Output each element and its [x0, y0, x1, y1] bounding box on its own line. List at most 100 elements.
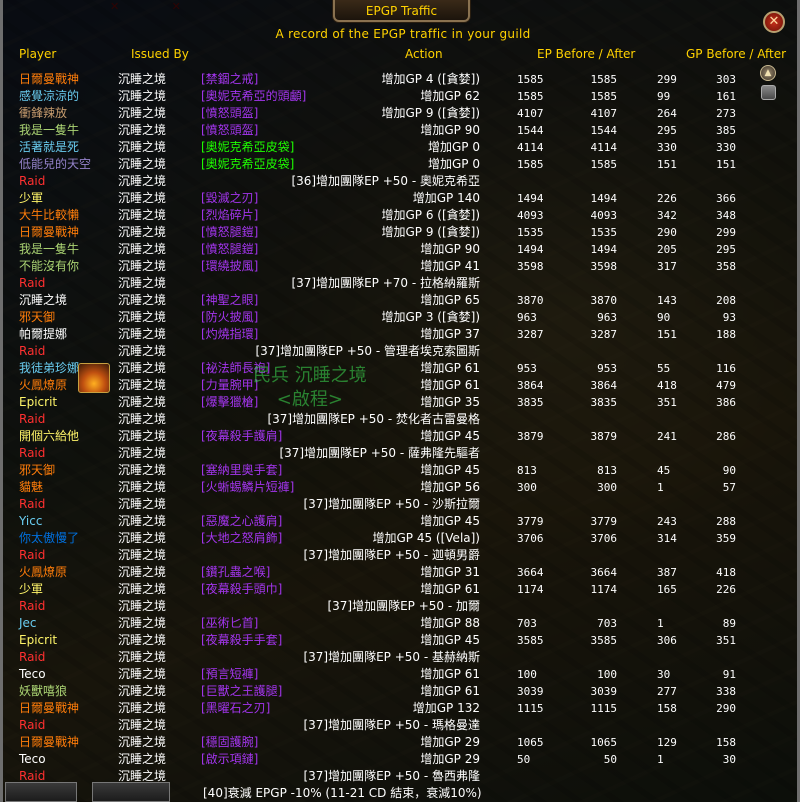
log-item-link[interactable]: [預言短褲] [201, 666, 258, 683]
log-player-name: 邪天御 [19, 310, 56, 324]
bottom-tab-left[interactable] [5, 782, 77, 802]
gp-after: 351 [716, 634, 736, 647]
log-row[interactable]: 我是一隻牛 沉睡之境 [憤怒頭盔] 增加GP 90 1544 1544 295 385 [3, 122, 763, 139]
log-row[interactable]: 衝鋒辣放 沉睡之境 [憤怒頭盔] 增加GP 9 ([貪婪]) 4107 4107 264 27… [3, 105, 763, 122]
log-item-link[interactable]: [憤怒頭盔] [201, 122, 258, 139]
log-item-link[interactable]: [爆擊獵槍] [201, 394, 258, 411]
log-row[interactable]: 大牛比較懶 沉睡之境 [烈焰碎片] 增加GP 6 ([貪婪]) 4093 4093 342 3… [3, 207, 763, 224]
log-row[interactable]: Epicrit 沉睡之境 [夜幕殺手手套] 增加GP 45 3585 3585 306 351 [3, 632, 763, 649]
log-item-link[interactable]: [巫術匕首] [201, 615, 258, 632]
traffic-log-list[interactable]: 日爾曼戰神 沉睡之境 [禁錮之戒] 增加GP 4 ([貪婪]) 1585 1585 299 3… [3, 71, 763, 802]
log-item-link[interactable]: [塞納里奧手套] [201, 462, 282, 479]
log-item-link[interactable]: [大地之怒肩飾] [201, 530, 282, 547]
gp-before: 241 [657, 430, 677, 443]
log-item-link[interactable]: [憤怒腿鎧] [201, 224, 258, 241]
log-row[interactable]: 你太傲慢了 沉睡之境 [大地之怒肩飾] 增加GP 45 ([Vela]) 3706 370… [3, 530, 763, 547]
log-item-link[interactable]: [防火披風] [201, 309, 258, 326]
log-row[interactable]: Raid 沉睡之境 [36]增加團隊EP +50 - 奧妮克希亞 [3, 173, 763, 190]
log-item-link[interactable]: [環繞披風] [201, 258, 258, 275]
gp-after: 188 [716, 328, 736, 341]
log-item-link[interactable]: [黑曜石之刃] [201, 700, 270, 717]
log-row[interactable]: 我徒弟珍娜 沉睡之境 [祕法師長袍] 增加GP 61 953 953 55 116 [3, 360, 763, 377]
log-item-link[interactable]: [夜幕殺手頭巾] [201, 581, 282, 598]
log-row[interactable]: 日爾曼戰神 沉睡之境 [禁錮之戒] 增加GP 4 ([貪婪]) 1585 1585 299 3… [3, 71, 763, 88]
column-header-player[interactable]: Player [19, 47, 56, 61]
log-row[interactable]: 帕爾提娜 沉睡之境 [灼燒指環] 增加GP 37 3287 3287 151 188 [3, 326, 763, 343]
log-item-link[interactable]: [奧妮克希亞皮袋] [201, 156, 294, 173]
log-row[interactable]: 日爾曼戰神 沉睡之境 [憤怒腿鎧] 增加GP 9 ([貪婪]) 1535 1535 290 2… [3, 224, 763, 241]
log-item-link[interactable]: [烈焰碎片] [201, 207, 258, 224]
log-row[interactable]: 少軍 沉睡之境 [夜幕殺手頭巾] 增加GP 61 1174 1174 165 226 [3, 581, 763, 598]
log-item-link[interactable]: [奧妮克希亞皮袋] [201, 139, 294, 156]
log-item-link[interactable]: [惡魔之心護肩] [201, 513, 282, 530]
log-row[interactable]: 不能沒有你 沉睡之境 [環繞披風] 增加GP 41 3598 3598 317 358 [3, 258, 763, 275]
log-row[interactable]: Raid 沉睡之境 [37]增加團隊EP +50 - 沙斯拉爾 [3, 496, 763, 513]
log-player-name: Raid [19, 276, 46, 290]
log-row[interactable]: 妖獸嘻狼 沉睡之境 [巨獸之王護腿] 增加GP 61 3039 3039 277 338 [3, 683, 763, 700]
log-row[interactable]: 沉睡之境 沉睡之境 [神聖之眼] 增加GP 65 3870 3870 143 208 [3, 292, 763, 309]
scrollbar-thumb[interactable] [761, 85, 776, 100]
log-row[interactable]: 我是一隻牛 沉睡之境 [憤怒腿鎧] 增加GP 90 1494 1494 205 295 [3, 241, 763, 258]
log-row[interactable]: Raid 沉睡之境 [37]增加團隊EP +50 - 基赫納斯 [3, 649, 763, 666]
column-header-ep[interactable]: EP Before / After [537, 47, 635, 61]
log-row[interactable]: Epicrit 沉睡之境 [爆擊獵槍] 增加GP 35 3835 3835 351 386 [3, 394, 763, 411]
close-button[interactable]: ✕ [763, 11, 785, 33]
bottom-tab-right[interactable] [92, 782, 170, 802]
log-item-link[interactable]: [夜幕殺手護肩] [201, 428, 282, 445]
log-item-link[interactable]: [憤怒腿鎧] [201, 241, 258, 258]
log-item-link[interactable]: [祕法師長袍] [201, 360, 270, 377]
log-item-link[interactable]: [奧妮克希亞的頭顱] [201, 88, 306, 105]
log-row[interactable]: Raid 沉睡之境 [37]增加團隊EP +70 - 拉格納羅斯 [3, 275, 763, 292]
log-item-link[interactable]: [毀滅之刃] [201, 190, 258, 207]
log-row[interactable]: 感覺涼涼的 沉睡之境 [奧妮克希亞的頭顱] 增加GP 62 1585 1585 99 161 [3, 88, 763, 105]
log-row[interactable]: 火鳳燎原 沉睡之境 [鑽孔蟲之喉] 增加GP 31 3664 3664 387 418 [3, 564, 763, 581]
log-row[interactable]: Raid 沉睡之境 [37]增加團隊EP +50 - 瑪格曼達 [3, 717, 763, 734]
log-row[interactable]: 少軍 沉睡之境 [毀滅之刃] 增加GP 140 1494 1494 226 366 [3, 190, 763, 207]
log-row[interactable]: Raid 沉睡之境 [37]增加團隊EP +50 - 迦頓男爵 [3, 547, 763, 564]
log-issued-by: 沉睡之境 [118, 463, 167, 477]
log-row[interactable]: 邪天御 沉睡之境 [塞納里奧手套] 增加GP 45 813 813 45 90 [3, 462, 763, 479]
log-item-link[interactable]: [啟示項鏈] [201, 751, 258, 768]
ep-before: 1585 [517, 73, 544, 86]
log-item-link[interactable]: [夜幕殺手手套] [201, 632, 282, 649]
log-row[interactable]: 火鳳燎原 沉睡之境 [力量腕甲] 增加GP 61 3864 3864 418 479 [3, 377, 763, 394]
log-row[interactable]: 日爾曼戰神 沉睡之境 [黑曜石之刃] 增加GP 132 1115 1115 158 290 [3, 700, 763, 717]
log-row[interactable]: Raid 沉睡之境 [37]增加團隊EP +50 - 管理者埃克索圖斯 [3, 343, 763, 360]
log-row[interactable]: 開個六給他 沉睡之境 [夜幕殺手護肩] 增加GP 45 3879 3879 241 286 [3, 428, 763, 445]
log-row[interactable]: Raid 沉睡之境 [37]增加團隊EP +50 - 焚化者古雷曼格 [3, 411, 763, 428]
log-row[interactable]: 活著就是死 沉睡之境 [奧妮克希亞皮袋] 增加GP 0 4114 4114 330 330 [3, 139, 763, 156]
log-row[interactable]: 低能兒的天空 沉睡之境 [奧妮克希亞皮袋] 增加GP 0 1585 1585 151 151 [3, 156, 763, 173]
log-item-link[interactable]: [鑽孔蟲之喉] [201, 564, 270, 581]
log-item-link[interactable]: [力量腕甲] [201, 377, 258, 394]
column-header-gp[interactable]: GP Before / After [686, 47, 786, 61]
log-row[interactable]: 邪天御 沉睡之境 [防火披風] 增加GP 3 ([貪婪]) 963 963 90 93 [3, 309, 763, 326]
log-row[interactable]: 貓魅 沉睡之境 [火蜥蜴鱗片短褲] 增加GP 56 300 300 1 57 [3, 479, 763, 496]
log-item-link[interactable]: [火蜥蜴鱗片短褲] [201, 479, 294, 496]
log-item-link[interactable]: [穩固護腕] [201, 734, 258, 751]
ep-after: 1585 [590, 158, 618, 171]
scroll-up-arrow-icon[interactable]: ▲ [760, 65, 776, 81]
log-row[interactable]: Raid 沉睡之境 [37]增加團隊EP +50 - 薩弗隆先驅者 [3, 445, 763, 462]
log-row[interactable]: 日爾曼戰神 沉睡之境 [穩固護腕] 增加GP 29 1065 1065 129 158 [3, 734, 763, 751]
ep-before: 100 [517, 668, 537, 681]
column-header-issued-by[interactable]: Issued By [131, 47, 189, 61]
log-item-link[interactable]: [巨獸之王護腿] [201, 683, 282, 700]
log-item-link[interactable]: [憤怒頭盔] [201, 105, 258, 122]
log-row[interactable]: Raid 沉睡之境 [37]增加團隊EP +50 - 加爾 [3, 598, 763, 615]
log-item-link[interactable]: [神聖之眼] [201, 292, 258, 309]
ep-after: 1535 [590, 226, 618, 239]
ep-before: 953 [517, 362, 537, 375]
log-row[interactable]: Yicc 沉睡之境 [惡魔之心護肩] 增加GP 45 3779 3779 243 288 [3, 513, 763, 530]
log-row[interactable]: Teco 沉睡之境 [預言短褲] 增加GP 61 100 100 30 91 [3, 666, 763, 683]
log-item-link[interactable]: [禁錮之戒] [201, 71, 258, 88]
log-player-name: 火鳳燎原 [19, 378, 68, 392]
log-action: 增加GP 90 [420, 123, 480, 137]
log-row[interactable]: Teco 沉睡之境 [啟示項鏈] 增加GP 29 50 50 1 30 [3, 751, 763, 768]
gp-after: 299 [716, 226, 736, 239]
gp-after: 208 [716, 294, 736, 307]
window-title-plate[interactable]: EPGP Traffic [333, 0, 470, 22]
log-row[interactable]: Jec 沉睡之境 [巫術匕首] 增加GP 88 703 703 1 89 [3, 615, 763, 632]
column-header-action[interactable]: Action [405, 47, 443, 61]
log-item-link[interactable]: [灼燒指環] [201, 326, 258, 343]
log-issued-by: 沉睡之境 [118, 327, 167, 341]
